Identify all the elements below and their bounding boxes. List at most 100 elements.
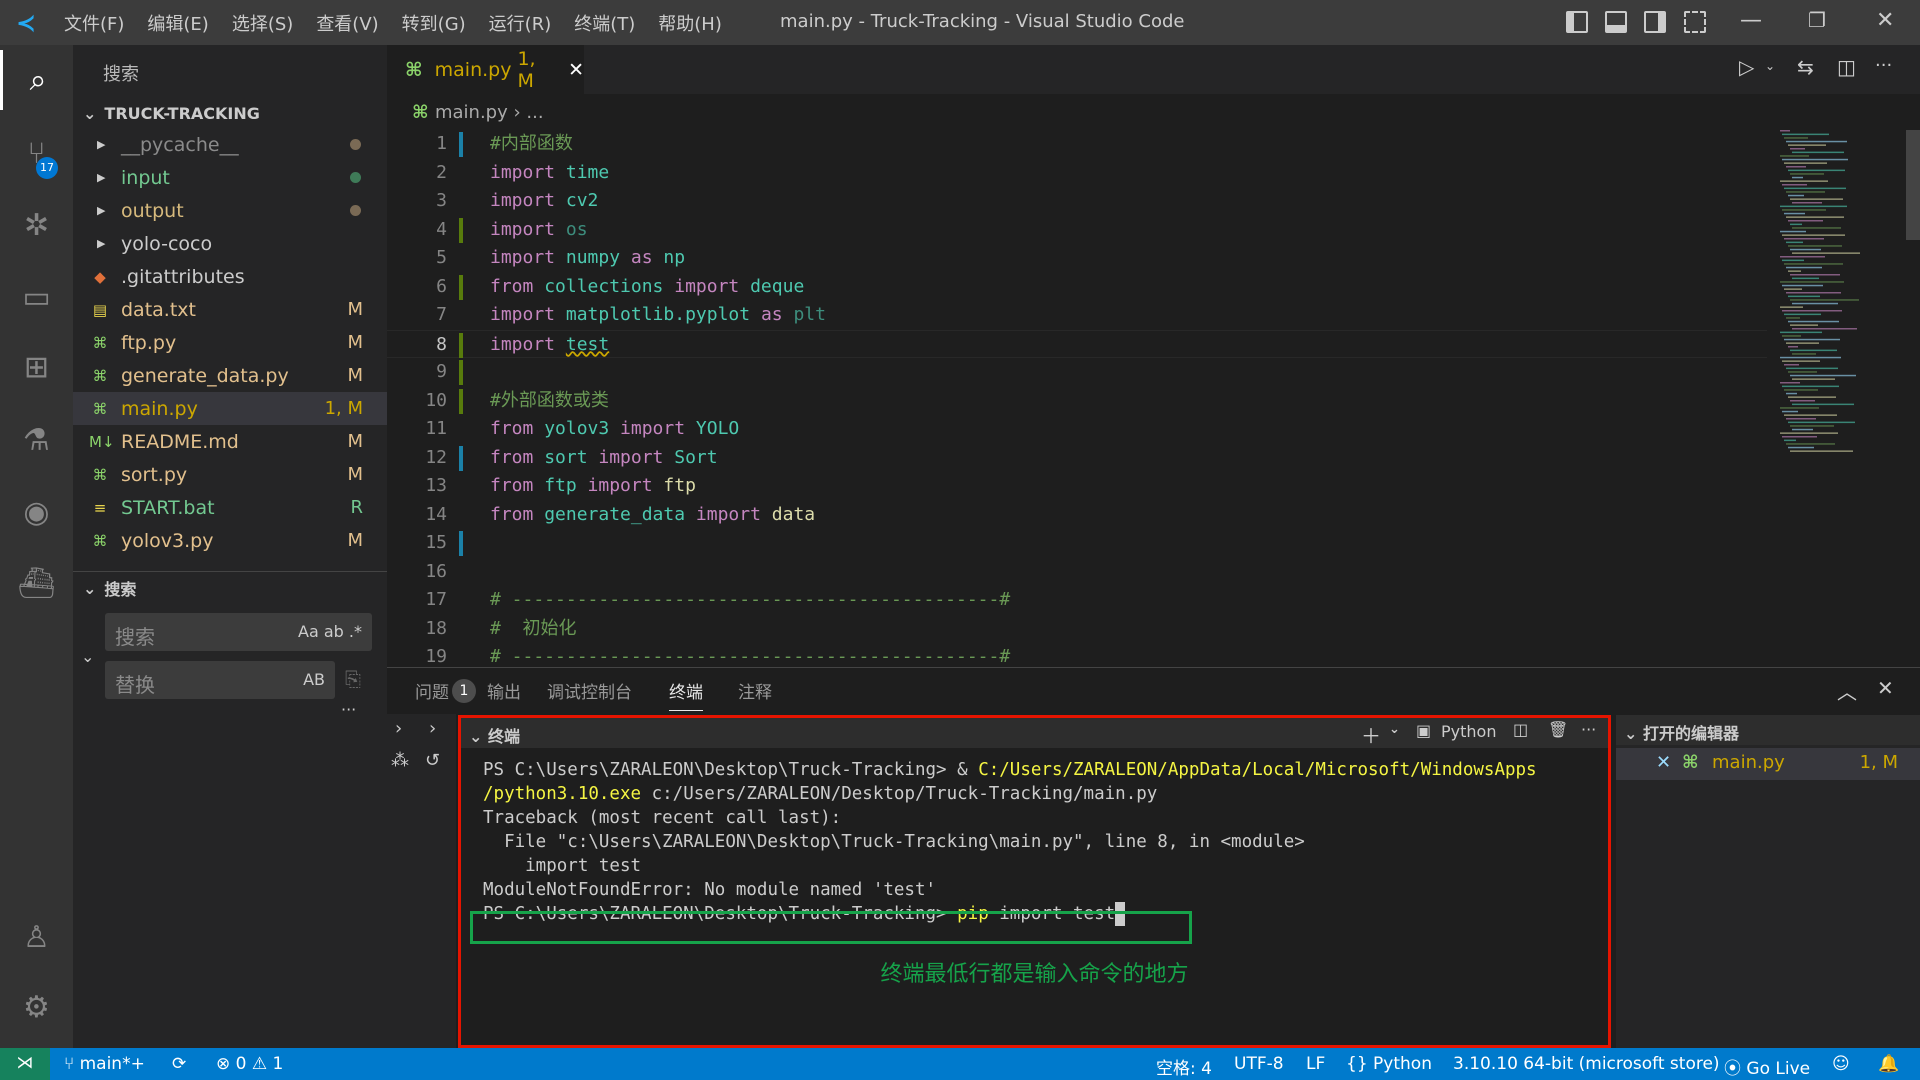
history-icon[interactable]: ↺ [425,750,440,771]
kill-terminal-trash-icon[interactable]: 🗑 [1548,720,1568,739]
minimize-button[interactable]: — [1740,8,1762,33]
panel-tab-4[interactable]: 注释 [738,678,772,703]
menu-edit[interactable]: 编辑(E) [147,10,208,36]
file-item-input[interactable]: ▶ input [73,161,387,194]
sync-icon[interactable]: ⟳ [172,1054,186,1074]
menu-selection[interactable]: 选择(S) [232,10,293,36]
code-line[interactable]: 14 from generate_data import data [387,501,1767,530]
code-line[interactable]: 6 from collections import deque [387,273,1767,302]
code-line[interactable]: 13 from ftp import ftp [387,472,1767,501]
new-terminal-icon[interactable]: ＋ [1361,720,1381,749]
file-item-start-bat[interactable]: ≡ START.bat R [73,491,387,524]
panel-tab-1[interactable]: 输出 [487,678,521,703]
code-line[interactable]: 2 import time [387,159,1767,188]
minimap[interactable] [1772,130,1902,460]
terminal-more-icon[interactable]: ··· [1581,720,1596,739]
expand-icon[interactable]: › [395,718,402,739]
file-item-pycache[interactable]: ▶ __pycache__ [73,128,387,161]
chevron-down-icon[interactable]: ⌄ [469,727,488,746]
notifications-bell-icon[interactable]: 🔔 [1878,1054,1899,1074]
extensions-icon[interactable]: ⊞ [0,337,73,397]
code-line[interactable]: 1 #内部函数 [387,130,1767,159]
expand-terminal-icon[interactable]: › [429,718,436,739]
account-icon[interactable]: ♙ [0,907,73,967]
remote-indicator-icon[interactable]: ⋊ [0,1048,50,1080]
file-item-generate-data-py[interactable]: ⌘ generate_data.py M [73,359,387,392]
testing-icon[interactable]: ⚗ [0,410,73,470]
code-line[interactable]: 12 from sort import Sort [387,444,1767,473]
search-input[interactable]: 搜索 Aa ab .* [105,613,372,651]
toggle-panel-icon[interactable] [1605,11,1627,33]
close-tab-icon[interactable]: ✕ [568,59,584,81]
code-line[interactable]: 15 [387,529,1767,558]
code-line[interactable]: 9 [387,358,1767,387]
file-item-gitattributes[interactable]: ◆ .gitattributes [73,260,387,293]
github-icon[interactable]: ◉ [0,482,73,542]
code-line[interactable]: 18 # 初始化 [387,615,1767,644]
python-interpreter[interactable]: 3.10.10 64-bit (microsoft store) [1453,1054,1720,1074]
menu-run[interactable]: 运行(R) [489,10,552,36]
folder-header[interactable]: ⌄ TRUCK-TRACKING [73,98,387,128]
toggle-replace-chevron-icon[interactable]: ⌄ [81,647,94,666]
file-item-ftp-py[interactable]: ⌘ ftp.py M [73,326,387,359]
encoding[interactable]: UTF-8 [1234,1054,1284,1074]
menu-file[interactable]: 文件(F) [64,10,124,36]
branch-graph-icon[interactable]: ⁂ [391,750,409,771]
customize-layout-icon[interactable] [1684,11,1706,33]
search-options[interactable]: Aa ab .* [298,622,362,641]
code-line[interactable]: 7 import matplotlib.pyplot as plt [387,301,1767,330]
more-options-icon[interactable]: ··· [341,700,356,719]
split-terminal-icon[interactable]: ◫ [1513,720,1528,739]
toggle-secondary-sidebar-icon[interactable] [1644,11,1666,33]
replace-input[interactable]: 替换 AB [105,661,335,699]
search-section-header[interactable]: ⌄ 搜索 [73,573,387,603]
code-line[interactable]: 11 from yolov3 import YOLO [387,415,1767,444]
code-line[interactable]: 5 import numpy as np [387,244,1767,273]
code-line[interactable]: 4 import os [387,216,1767,245]
code-line[interactable]: 10 #外部函数或类 [387,387,1767,416]
end-of-line[interactable]: LF [1306,1054,1325,1074]
more-actions-icon[interactable]: ··· [1875,55,1892,76]
panel-tab-2[interactable]: 调试控制台 [547,678,632,703]
menu-go[interactable]: 转到(G) [402,10,466,36]
file-item-output[interactable]: ▶ output [73,194,387,227]
panel-tab-3[interactable]: 终端 [669,678,703,711]
open-editors-header[interactable]: ⌄ 打开的编辑器 [1616,715,1920,745]
file-item-readme-md[interactable]: M↓ README.md M [73,425,387,458]
maximize-panel-icon[interactable]: ︿ [1837,676,1857,705]
code-line[interactable]: 17 # ------------------------------------… [387,586,1767,615]
code-line[interactable]: 8 import test [387,329,1767,358]
breadcrumb[interactable]: ⌘ main.py › ... [412,102,544,123]
toggle-sidebar-icon[interactable] [1566,11,1588,33]
docker-icon[interactable]: ⛴ [0,553,73,613]
run-dropdown-icon[interactable]: ⌄ [1765,59,1775,73]
branch-indicator[interactable]: ⑂ main*+ [64,1054,145,1074]
close-editor-icon[interactable]: ✕ [1656,752,1671,773]
manage-gear-icon[interactable]: ⚙ [0,977,73,1037]
breadcrumb-path[interactable]: main.py › ... [435,102,544,123]
compare-changes-icon[interactable]: ⇆ [1797,55,1814,79]
problems-indicator[interactable]: ⊗ 0 ⚠ 1 [216,1054,283,1074]
go-live-button[interactable]: ⦿ Go Live [1724,1054,1810,1079]
replace-all-icon[interactable]: ⎘ [345,667,361,691]
editor-scrollbar[interactable] [1906,130,1920,240]
file-item-main-py[interactable]: ⌘ main.py 1, M [73,392,387,425]
code-line[interactable]: 3 import cv2 [387,187,1767,216]
restore-button[interactable]: ❐ [1808,8,1826,32]
debug-icon[interactable]: ✲ [0,195,73,255]
file-item-sort-py[interactable]: ⌘ sort.py M [73,458,387,491]
menu-view[interactable]: 查看(V) [316,10,378,36]
tab-main-py[interactable]: ⌘ main.py 1, M ✕ [387,45,584,94]
panel-tab-0[interactable]: 问题 [415,678,449,703]
split-editor-icon[interactable]: ◫ [1837,55,1856,79]
feedback-icon[interactable]: ☺ [1832,1054,1850,1074]
menu-help[interactable]: 帮助(H) [658,10,722,36]
menu-terminal[interactable]: 终端(T) [574,10,635,36]
remote-explorer-icon[interactable]: ▭ [0,267,73,327]
search-icon[interactable]: ⌕ [0,50,73,110]
close-panel-icon[interactable]: ✕ [1877,676,1894,700]
code-line[interactable]: 16 [387,558,1767,587]
file-item-data-txt[interactable]: ▤ data.txt M [73,293,387,326]
preserve-case-toggle[interactable]: AB [303,670,325,689]
file-item-yolov3-py[interactable]: ⌘ yolov3.py M [73,524,387,557]
